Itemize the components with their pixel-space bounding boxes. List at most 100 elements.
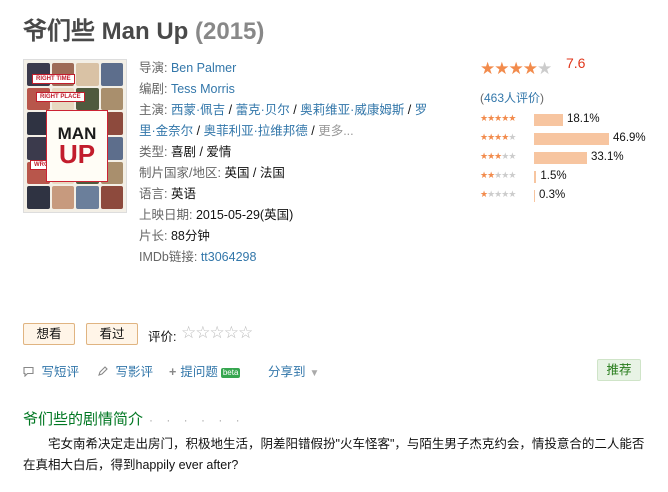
- share-label: 分享到: [268, 365, 306, 379]
- star-filled-icon: ★: [522, 59, 538, 78]
- genre-label: 类型:: [139, 145, 168, 159]
- poster-photo-tile: [100, 63, 123, 86]
- plus-icon: +: [169, 365, 177, 379]
- chevron-down-icon: ▼: [309, 368, 320, 379]
- cast-link[interactable]: 奥菲利亚·拉维邦德: [204, 124, 308, 138]
- director-label: 导演:: [139, 61, 168, 75]
- language-label: 语言:: [139, 187, 168, 201]
- rating-stars-icon: ★★★★★: [480, 59, 552, 79]
- star-outline-icon[interactable]: ☆: [181, 323, 196, 342]
- watched-button[interactable]: 看过: [86, 323, 138, 345]
- synopsis-text: 宅女南希决定走出房门，积极地生活，阴差阳错假扮"火车怪客"，与陌生男子杰克约会，…: [23, 437, 645, 472]
- cast-more-link[interactable]: 更多...: [318, 124, 353, 138]
- star-filled-icon: ★: [480, 59, 495, 78]
- cast-separator: /: [289, 103, 301, 117]
- country-row: 制片国家/地区: 英国 / 法国: [139, 163, 439, 184]
- cast-separator: /: [225, 103, 236, 117]
- writer-row: 编剧: Tess Morris: [139, 79, 439, 100]
- star-filled-icon: ★: [508, 113, 516, 123]
- synopsis-title: 爷们些的剧情简介: [23, 411, 144, 428]
- movie-poster[interactable]: RIGHT TIME RIGHT PLACE WRONG DATE MAN UP: [23, 59, 127, 213]
- cast-link[interactable]: 奥莉维亚·威康姆斯: [300, 103, 404, 117]
- rating-dist-bar: [534, 152, 587, 164]
- star-empty-icon: ★: [537, 59, 552, 78]
- writer-label: 编剧:: [139, 82, 168, 96]
- language-value: 英语: [170, 187, 196, 201]
- language-row: 语言: 英语: [139, 184, 439, 205]
- rating-dist-percent: 0.3%: [539, 189, 566, 201]
- poster-photo-tile: [76, 63, 99, 86]
- director-row: 导演: Ben Palmer: [139, 58, 439, 79]
- rating-votes: (463人评价): [480, 89, 544, 106]
- rating-dist-percent: 33.1%: [590, 151, 624, 163]
- poster-photo-tile: [100, 186, 123, 209]
- want-to-watch-button[interactable]: 想看: [23, 323, 75, 345]
- rating-dist-bar: [534, 171, 537, 183]
- imdb-row: IMDb链接: tt3064298: [139, 247, 439, 268]
- release-value: 2015-05-29(英国): [195, 208, 294, 222]
- rate-stars-input[interactable]: ☆☆☆☆☆: [181, 323, 253, 343]
- comment-icon: [23, 365, 37, 379]
- synopsis-dots: · · · · · ·: [149, 413, 245, 427]
- star-outline-icon[interactable]: ☆: [224, 323, 239, 342]
- country-label: 制片国家/地区:: [139, 166, 221, 180]
- poster-photo-tile: [100, 87, 123, 111]
- imdb-label: IMDb链接:: [139, 250, 198, 264]
- star-filled-icon: ★: [508, 59, 524, 78]
- runtime-row: 片长: 88分钟: [139, 226, 439, 247]
- share-dropdown[interactable]: 分享到 ▼: [268, 361, 319, 380]
- ask-question-link[interactable]: + 提问题 beta: [169, 361, 241, 380]
- synopsis-heading: 爷们些的剧情简介 · · · · · ·: [23, 408, 245, 429]
- movie-title: 爷们些 Man Up (2015): [23, 11, 264, 46]
- release-row: 上映日期: 2015-05-29(英国): [139, 205, 439, 226]
- movie-title-text: 爷们些 Man Up: [23, 18, 189, 45]
- beta-badge: beta: [220, 368, 241, 378]
- star-empty-icon: ★: [508, 132, 516, 142]
- movie-info: 导演: Ben Palmer 编剧: Tess Morris 主演: 西蒙·佩吉…: [139, 58, 439, 268]
- rating-dist-stars-icon: ★★★★★: [480, 170, 516, 181]
- cast-link[interactable]: 蕾克·贝尔: [236, 103, 290, 117]
- runtime-value: 88分钟: [170, 229, 210, 243]
- cast-separator: /: [404, 103, 415, 117]
- writer-link[interactable]: Tess Morris: [171, 82, 235, 96]
- director-link[interactable]: Ben Palmer: [171, 61, 236, 75]
- rating-dist-percent: 46.9%: [613, 132, 646, 144]
- rating-dist-bar: [534, 190, 535, 202]
- votes-count-link[interactable]: 463人评价: [484, 91, 540, 105]
- ask-question-label: 提问题: [180, 365, 218, 379]
- cast-label: 主演:: [139, 103, 168, 117]
- star-outline-icon[interactable]: ☆: [238, 323, 253, 342]
- rating-dist-bar: [534, 114, 563, 126]
- poster-title-block: MAN UP: [46, 110, 108, 182]
- star-empty-icon: ★: [508, 170, 516, 180]
- rating-dist-percent: 1.5%: [540, 170, 567, 182]
- rating-dist-bar: [534, 133, 610, 145]
- recommend-button[interactable]: 推荐: [597, 359, 641, 381]
- write-review-label: 写影评: [115, 365, 153, 379]
- poster-tag: RIGHT TIME: [32, 74, 75, 84]
- rating-dist-stars-icon: ★★★★★: [480, 113, 516, 124]
- rating-dist-stars-icon: ★★★★★: [480, 132, 516, 143]
- poster-photo-tile: [27, 186, 50, 209]
- poster-photo-tile: [76, 186, 99, 209]
- cast-row: 主演: 西蒙·佩吉 / 蕾克·贝尔 / 奥莉维亚·威康姆斯 / 罗里·金奈尔 /…: [139, 100, 439, 142]
- action-toolbar: 写短评 写影评 + 提问题 beta 分享到 ▼ 推荐: [23, 359, 643, 381]
- star-outline-icon[interactable]: ☆: [210, 323, 225, 342]
- imdb-link[interactable]: tt3064298: [201, 250, 257, 264]
- country-value: 英国 / 法国: [224, 166, 285, 180]
- poster-tag: RIGHT PLACE: [36, 92, 85, 102]
- star-empty-icon: ★: [508, 189, 516, 199]
- rating-dist-stars-icon: ★★★★★: [480, 151, 516, 162]
- write-review-link[interactable]: 写影评: [97, 361, 153, 380]
- cast-separator: /: [193, 124, 204, 138]
- write-short-review-link[interactable]: 写短评: [23, 361, 79, 380]
- poster-title-up: UP: [58, 139, 96, 169]
- pencil-icon: [97, 365, 111, 379]
- rating-dist-percent: 18.1%: [566, 113, 600, 125]
- cast-separator: /: [307, 124, 319, 138]
- star-filled-icon: ★: [494, 59, 509, 78]
- star-outline-icon[interactable]: ☆: [195, 323, 210, 342]
- cast-link[interactable]: 西蒙·佩吉: [171, 103, 225, 117]
- poster-photo-tile: [51, 186, 74, 209]
- write-short-review-label: 写短评: [41, 365, 79, 379]
